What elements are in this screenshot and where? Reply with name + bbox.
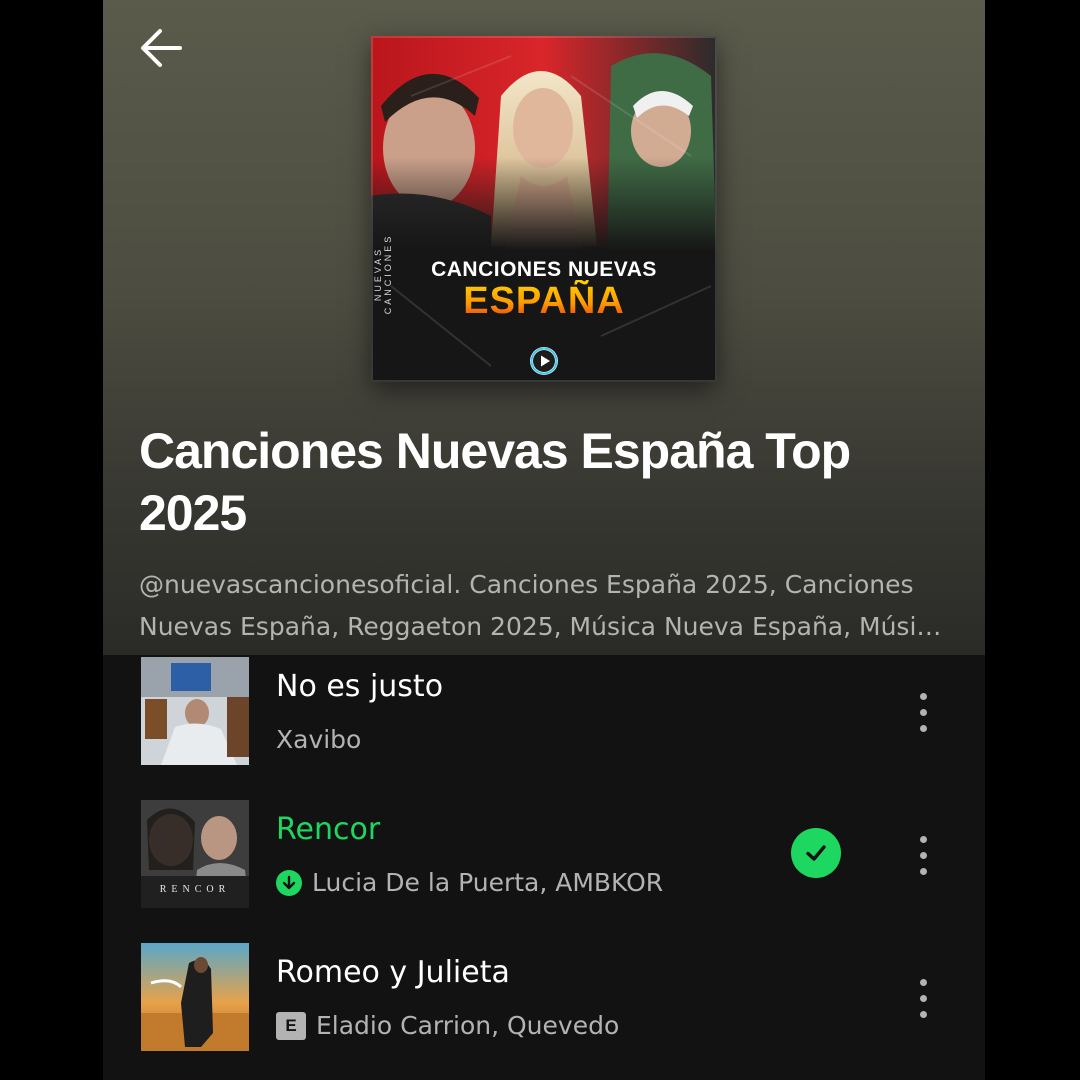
more-dot-icon [919,1010,927,1018]
cover-title-line2: ESPAÑA [371,280,717,323]
track-artist-line: Xavibo [276,725,361,754]
track-artist: Xavibo [276,725,362,754]
more-dot-icon [919,724,927,732]
check-icon [806,845,826,861]
cover-title-line1: CANCIONES NUEVAS [431,258,657,281]
more-dot-icon [919,708,927,716]
arrow-left-icon [141,29,182,67]
playlist-header: NUEVAS CANCIONES CANCIONES NUEVAS ESPAÑA… [103,0,985,655]
track-title: Rencor [276,812,381,847]
track-title: No es justo [276,669,444,704]
more-options-button[interactable] [903,820,943,890]
more-dot-icon [919,851,927,859]
playlist-cover: NUEVAS CANCIONES CANCIONES NUEVAS ESPAÑA [371,36,717,382]
more-options-button[interactable] [903,677,943,747]
track-artist-line: E Eladio Carrion, Quevedo [276,1011,619,1040]
track-artist: Eladio Carrion, Quevedo [316,1011,620,1040]
track-artist-line: Lucia De la Puerta, AMBKOR [276,868,663,897]
track-title: Romeo y Julieta [276,955,510,990]
track-row[interactable]: RENCOR Rencor Lucia De la Puerta, AMBKOR [103,800,985,910]
track-row[interactable]: Romeo y Julieta E Eladio Carrion, Queved… [103,943,985,1053]
track-row[interactable]: No es justo Xavibo [103,657,985,767]
cover-artwork [371,36,717,382]
play-icon [530,347,558,375]
art-label: RENCOR [159,884,231,895]
explicit-badge: E [276,1011,306,1040]
more-dot-icon [919,994,927,1002]
downloaded-icon [276,869,302,896]
track-artwork: RENCOR [141,800,249,908]
playlist-screen: NUEVAS CANCIONES CANCIONES NUEVAS ESPAÑA… [103,0,985,1080]
cover-play-badge [530,347,558,375]
more-dot-icon [919,692,927,700]
more-dot-icon [919,867,927,875]
back-button[interactable] [135,22,187,74]
track-artist: Lucia De la Puerta, AMBKOR [312,868,664,897]
track-artwork [141,943,249,1051]
more-options-button[interactable] [903,963,943,1033]
playlist-title: Canciones Nuevas España Top 2025 [139,423,851,541]
track-artwork [141,657,249,765]
playlist-description: @nuevascancionesoficial. Canciones Españ… [139,570,946,641]
saved-check-button[interactable] [791,828,841,878]
more-dot-icon [919,835,927,843]
more-dot-icon [919,978,927,986]
